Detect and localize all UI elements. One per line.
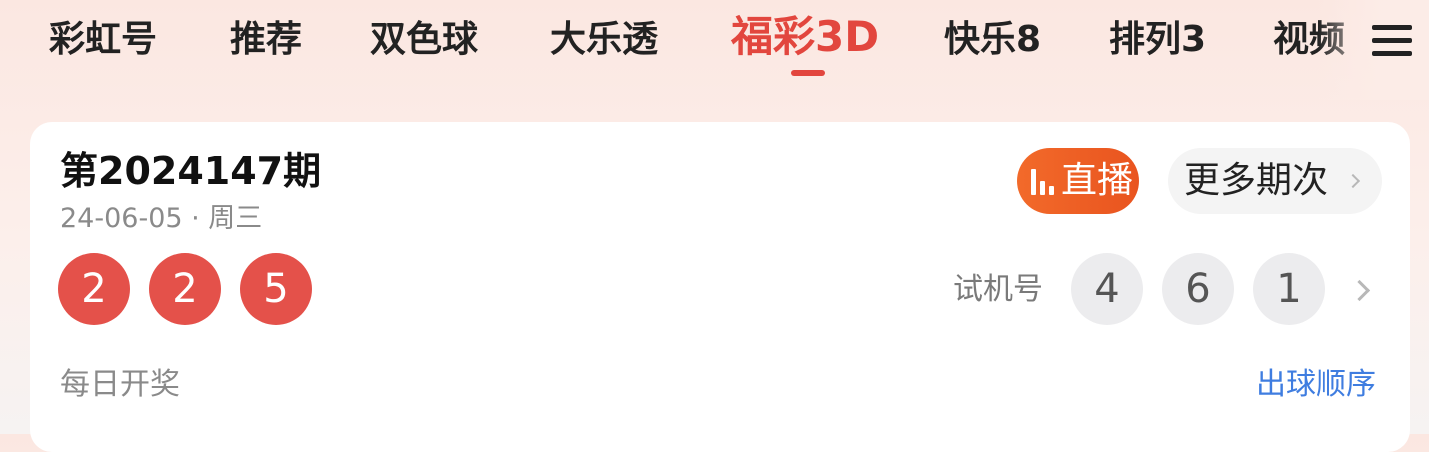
test-number-ball: 1 [1253,253,1325,325]
more-issues-label: 更多期次 [1184,160,1329,201]
more-issues-button[interactable]: 更多期次 [1168,148,1382,214]
chevron-right-icon [1345,173,1361,189]
tab-caihonghao[interactable]: 彩虹号 [49,16,157,64]
draw-order-link[interactable]: 出球顺序 [1256,367,1376,403]
tab-daletou[interactable]: 大乐透 [550,16,658,64]
menu-icon[interactable] [1372,22,1412,58]
winning-number-ball: 2 [58,253,130,325]
winning-number-ball: 5 [240,253,312,325]
lottery-tab-bar: 彩虹号 推荐 双色球 大乐透 福彩3D 快乐8 排列3 视频 [0,0,1429,100]
draw-frequency-label: 每日开奖 [60,367,180,402]
tab-recommend[interactable]: 推荐 [230,16,302,64]
live-button-label: 直播 [1061,160,1134,201]
winning-number-ball: 2 [149,253,221,325]
test-number-label: 试机号 [953,272,1043,307]
chevron-right-icon[interactable] [1348,279,1371,302]
draw-result-card: 第2024147期 24-06-05 · 周三 2 2 5 直播 更多期次 试机… [30,122,1410,452]
tab-pailie3[interactable]: 排列3 [1109,16,1206,64]
test-number-ball: 6 [1162,253,1234,325]
tab-kuaile8[interactable]: 快乐8 [944,16,1041,64]
live-button[interactable]: 直播 [1017,148,1139,214]
tab-shuangseqiu[interactable]: 双色球 [370,16,478,64]
active-tab-indicator [791,70,825,76]
test-number-ball: 4 [1071,253,1143,325]
issue-title: 第2024147期 [60,149,322,193]
tab-fucai-3d[interactable]: 福彩3D [731,13,879,61]
draw-date: 24-06-05 · 周三 [60,203,263,234]
bar-chart-icon [1031,169,1061,195]
